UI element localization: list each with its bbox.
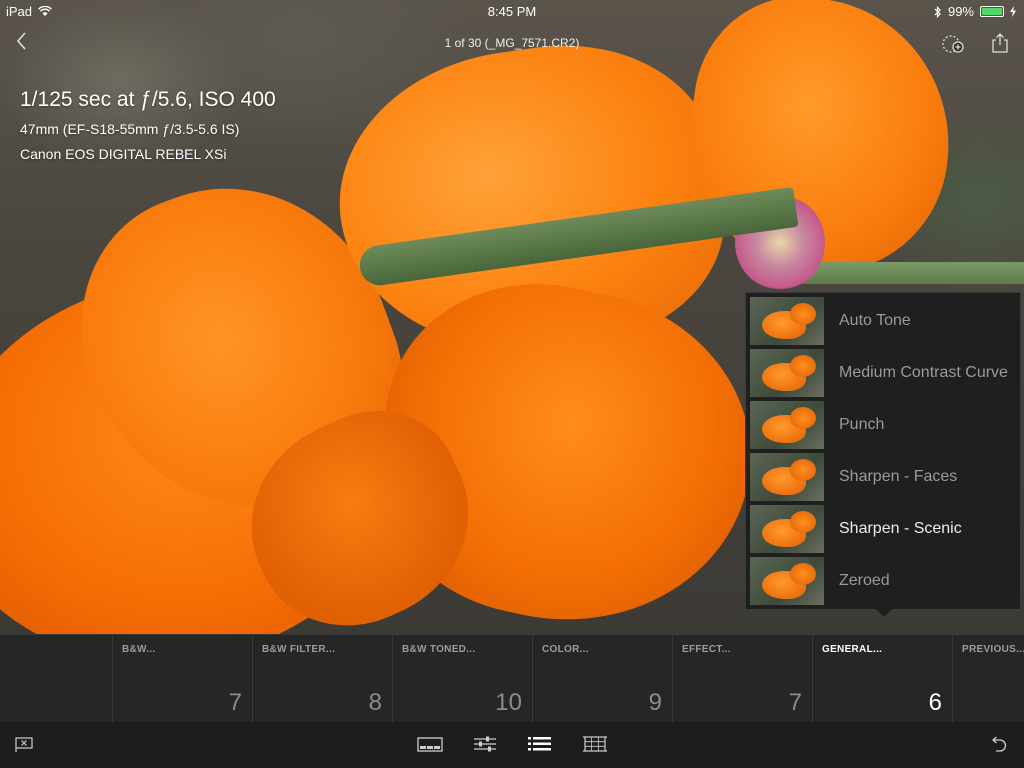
battery-icon: [980, 6, 1004, 17]
undo-button[interactable]: [988, 734, 1014, 756]
category-label: B&W...: [122, 644, 156, 655]
presets-list-icon: [528, 737, 551, 751]
crop-icon: [583, 736, 607, 752]
preset-item-medium-contrast-curve[interactable]: Medium Contrast Curve: [746, 347, 1022, 399]
status-bar: iPad 8:45 PM 99%: [0, 0, 1024, 22]
category-bw[interactable]: B&W... 7: [112, 635, 252, 723]
preset-category-strip[interactable]: B&W... 7 B&W FILTER... 8 B&W TONED... 10…: [0, 634, 1024, 723]
category-count: 7: [228, 689, 242, 716]
battery-percent: 99%: [947, 4, 974, 19]
photo-title: 1 of 30 (_MG_7571.CR2): [444, 36, 580, 50]
category-previous[interactable]: PREVIOUS...: [952, 635, 1024, 723]
preset-thumbnail: [750, 557, 824, 605]
photo-stem: [790, 262, 1024, 284]
category-bw-toned[interactable]: B&W TONED... 10: [392, 635, 532, 723]
share-icon: [992, 33, 1008, 53]
add-to-collection-button[interactable]: [940, 32, 966, 56]
bluetooth-icon: [934, 5, 941, 18]
preset-thumbnail: [750, 401, 824, 449]
category-count: 10: [495, 689, 522, 716]
filmstrip-icon: [417, 737, 443, 752]
undo-icon: [992, 736, 1007, 752]
category-count: 6: [928, 689, 942, 716]
share-button[interactable]: [990, 32, 1016, 56]
preset-item-sharpen-faces[interactable]: Sharpen - Faces: [746, 451, 1022, 503]
exif-exposure: 1/125 sec at ƒ/5.6, ISO 400: [20, 88, 276, 111]
preset-name: Zeroed: [839, 572, 890, 589]
exif-camera: Canon EOS DIGITAL REBEL XSi: [20, 146, 227, 162]
adjust-sliders-icon: [474, 736, 496, 752]
preset-name: Sharpen - Faces: [839, 468, 958, 485]
bottom-toolbar: [0, 722, 1024, 768]
preset-item-zeroed[interactable]: Zeroed: [746, 555, 1022, 607]
preset-name: Medium Contrast Curve: [839, 364, 1008, 381]
presets-button[interactable]: [527, 734, 553, 756]
category-general[interactable]: GENERAL... 6: [812, 635, 952, 723]
status-time: 8:45 PM: [487, 4, 537, 19]
adjust-button[interactable]: [472, 734, 498, 756]
add-to-collection-icon: [942, 35, 964, 53]
category-color[interactable]: COLOR... 9: [532, 635, 672, 723]
preset-item-auto-tone[interactable]: Auto Tone: [746, 295, 1022, 347]
category-label: B&W TONED...: [402, 644, 476, 655]
category-label: COLOR...: [542, 644, 589, 655]
category-label: PREVIOUS...: [962, 644, 1024, 655]
category-count: 9: [648, 689, 662, 716]
flag-reject-button[interactable]: [14, 734, 40, 756]
exif-lens: 47mm (EF-S18-55mm ƒ/3.5-5.6 IS): [20, 121, 240, 137]
presets-popover: Auto Tone Medium Contrast Curve Punch Sh…: [745, 292, 1022, 617]
category-label: GENERAL...: [822, 644, 883, 655]
flag-reject-icon: [15, 737, 33, 752]
battery-fill: [982, 8, 1002, 15]
category-label: B&W FILTER...: [262, 644, 336, 655]
preset-name: Sharpen - Scenic: [839, 520, 962, 537]
preset-name: Auto Tone: [839, 312, 911, 329]
category-bw-filter[interactable]: B&W FILTER... 8: [252, 635, 392, 723]
preset-thumbnail: [750, 349, 824, 397]
preset-item-sharpen-scenic[interactable]: Sharpen - Scenic: [746, 503, 1022, 555]
preset-name: Punch: [839, 416, 885, 433]
category-count: 7: [788, 689, 802, 716]
preset-item-punch[interactable]: Punch: [746, 399, 1022, 451]
charging-icon: [1010, 6, 1016, 17]
category-effect[interactable]: EFFECT... 7: [672, 635, 812, 723]
preset-thumbnail: [750, 453, 824, 501]
crop-button[interactable]: [582, 734, 608, 756]
category-label: EFFECT...: [682, 644, 731, 655]
exif-info: 1/125 sec at ƒ/5.6, ISO 400 47mm (EF-S18…: [20, 88, 276, 171]
preset-thumbnail: [750, 505, 824, 553]
category-count: 8: [368, 689, 382, 716]
filmstrip-button[interactable]: [417, 734, 443, 756]
preset-thumbnail: [750, 297, 824, 345]
